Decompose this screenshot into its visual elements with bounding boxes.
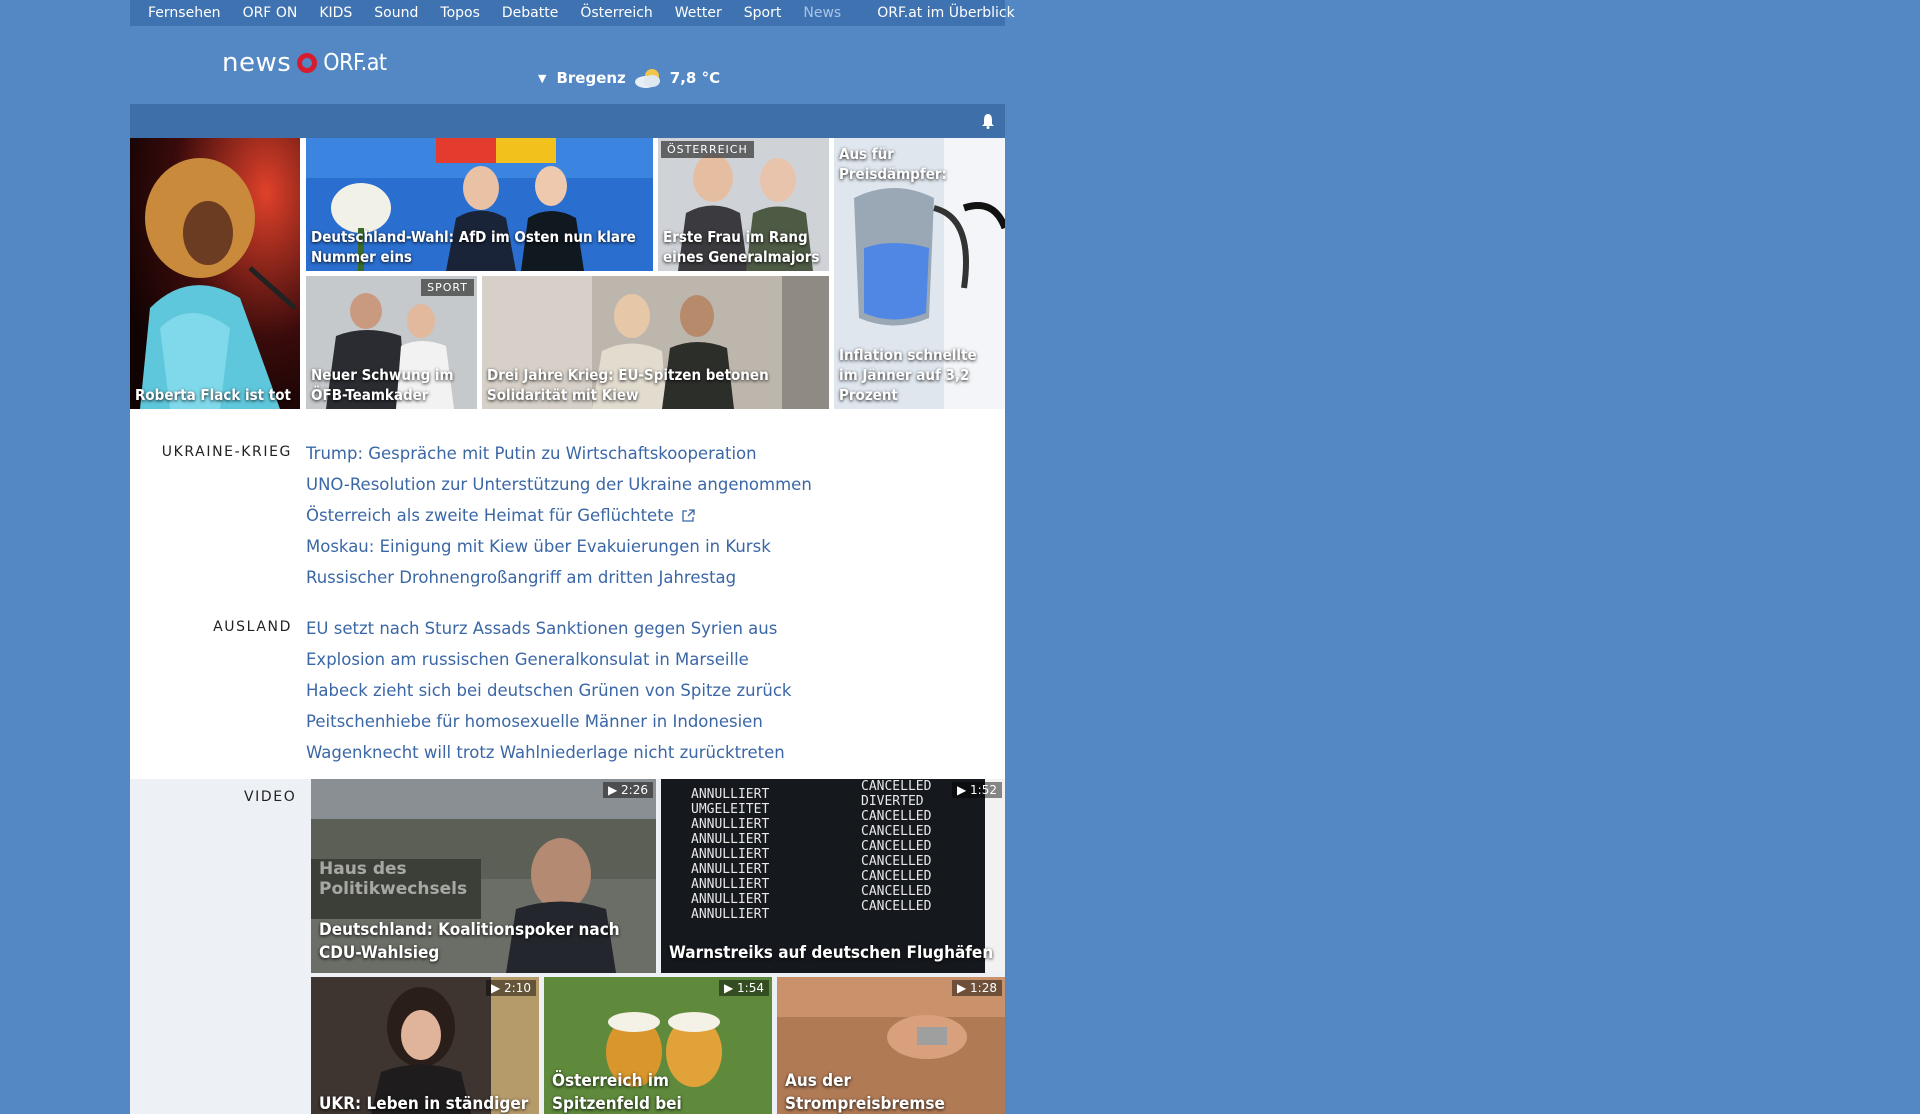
board-row: CANCELLED <box>861 854 932 869</box>
board-row: CANCELLED <box>861 899 932 914</box>
video-duration: ▶ 1:52 <box>952 782 1002 798</box>
board-row: CANCELLED <box>861 869 932 884</box>
news-link[interactable]: Trump: Gespräche mit Putin zu Wirtschaft… <box>306 438 812 469</box>
board-row: ANNULLIERT <box>691 907 770 922</box>
board-row: ANNULLIERT <box>691 847 770 862</box>
logo-news-text: news <box>222 48 292 78</box>
logo-orf-text: ORF.at <box>323 50 387 76</box>
board-row: CANCELLED <box>861 824 932 839</box>
section-title: AUSLAND <box>213 619 292 635</box>
dropdown-triangle-icon: ▼ <box>538 71 547 85</box>
video-tile-ukr-leben[interactable]: ▶ 2:10 UKR: Leben in ständiger <box>311 977 539 1114</box>
board-column-left: ANNULLIERT UMGELEITET ANNULLIERT ANNULLI… <box>691 787 769 922</box>
video-duration: ▶ 2:10 <box>486 980 536 996</box>
nav-item-wetter[interactable]: Wetter <box>675 5 722 21</box>
tile-drei-jahre-krieg[interactable]: Drei Jahre Krieg: EU-Spitzen betonen Sol… <box>482 276 829 409</box>
sun-cloud-icon <box>634 69 660 88</box>
section-title: UKRAINE-KRIEG <box>161 444 292 460</box>
top-navigation: Fernsehen ORF ON KIDS Sound Topos Debatt… <box>130 0 1015 26</box>
roberta-flack-photo <box>130 138 300 409</box>
board-row: ANNULLIERT <box>691 832 770 847</box>
board-row: ANNULLIERT <box>691 892 770 907</box>
section-title: VIDEO <box>244 789 297 805</box>
nav-item-oesterreich[interactable]: Österreich <box>580 5 652 21</box>
category-badge-sport: SPORT <box>421 279 474 296</box>
news-link-external[interactable]: Österreich als zweite Heimat für Geflüch… <box>306 500 812 531</box>
video-tile-strompreisbremse[interactable]: ▶ 1:28 Aus der Strompreisbremse <box>777 977 1005 1114</box>
news-orf-logo[interactable]: news ORF.at <box>222 48 387 78</box>
board-row: UMGELEITET <box>691 802 770 817</box>
video-section: VIDEO Haus des Politikwechsels ▶ 2:26 De… <box>130 779 1005 1114</box>
board-row: DIVERTED <box>861 794 924 809</box>
video-duration: ▶ 1:54 <box>719 980 769 996</box>
video-duration: ▶ 2:26 <box>603 782 653 798</box>
board-row: CANCELLED <box>861 884 932 899</box>
tile-caption: Neuer Schwung im ÖFB-Teamkader <box>311 366 454 404</box>
news-link[interactable]: Explosion am russischen Generalkonsulat … <box>306 644 791 675</box>
tile-caption: Erste Frau im Rang eines Generalmajors <box>663 228 820 266</box>
bell-icon[interactable] <box>981 113 995 129</box>
news-link[interactable]: EU setzt nach Sturz Assads Sanktionen ge… <box>306 613 791 644</box>
sub-bar <box>130 104 1005 138</box>
nav-item-orf-on[interactable]: ORF ON <box>243 5 298 21</box>
tile-caption: Roberta Flack ist tot <box>135 386 291 404</box>
weather-city: Bregenz <box>556 69 626 87</box>
nav-item-sound[interactable]: Sound <box>374 5 418 21</box>
weather-widget[interactable]: ▼ Bregenz 7,8 °C <box>538 67 720 89</box>
nav-item-news[interactable]: News <box>803 5 841 21</box>
news-link[interactable]: Wagenknecht will trotz Wahlniederlage ni… <box>306 737 791 768</box>
section-links: EU setzt nach Sturz Assads Sanktionen ge… <box>306 613 791 768</box>
tile-roberta-flack[interactable]: Roberta Flack ist tot <box>130 138 300 409</box>
video-tile-oesterreich-spitzenfeld[interactable]: ▶ 1:54 Österreich im Spitzenfeld bei <box>544 977 772 1114</box>
header: news ORF.at ▼ Bregenz 7,8 °C <box>130 26 1005 104</box>
news-link[interactable]: Peitschenhiebe für homosexuelle Männer i… <box>306 706 791 737</box>
tile-afd[interactable]: Deutschland-Wahl: AfD im Osten nun klare… <box>306 138 653 271</box>
nav-item-kids[interactable]: KIDS <box>319 5 352 21</box>
tile-caption: Drei Jahre Krieg: EU-Spitzen betonen Sol… <box>487 366 769 404</box>
tile-caption-top: Aus für Preisdämpfer: <box>839 145 947 183</box>
board-column-right: CANCELLED DIVERTED CANCELLED CANCELLED C… <box>861 779 931 914</box>
news-link[interactable]: Russischer Drohnengroßangriff am dritten… <box>306 562 812 593</box>
category-badge-oesterreich: ÖSTERREICH <box>661 141 754 158</box>
board-row: ANNULLIERT <box>691 817 770 832</box>
board-row: CANCELLED <box>861 809 932 824</box>
building-sign: Haus des Politikwechsels <box>319 859 468 899</box>
nav-item-topos[interactable]: Topos <box>440 5 479 21</box>
tile-generalmajor[interactable]: ÖSTERREICH Erste Frau im Rang eines Gene… <box>658 138 829 271</box>
nav-item-overview[interactable]: ORF.at im Überblick <box>877 5 1014 21</box>
section-links: Trump: Gespräche mit Putin zu Wirtschaft… <box>306 438 812 593</box>
nav-item-sport[interactable]: Sport <box>744 5 782 21</box>
video-duration: ▶ 1:28 <box>952 980 1002 996</box>
news-link[interactable]: Habeck zieht sich bei deutschen Grünen v… <box>306 675 791 706</box>
news-link[interactable]: Moskau: Einigung mit Kiew über Evakuieru… <box>306 531 812 562</box>
orf-ring-icon <box>297 53 318 73</box>
tile-caption: Inflation schnellte im Jänner auf 3,2 Pr… <box>839 346 977 404</box>
tile-caption: Deutschland-Wahl: AfD im Osten nun klare… <box>311 228 636 266</box>
external-link-icon <box>682 509 695 522</box>
board-row: CANCELLED <box>861 839 932 854</box>
news-link-text: Österreich als zweite Heimat für Geflüch… <box>306 506 674 525</box>
main-content: Roberta Flack ist tot Deutschland-Wahl: … <box>130 138 1005 1114</box>
nav-item-debatte[interactable]: Debatte <box>502 5 558 21</box>
video-title: Deutschland: Koalitionspoker nach CDU-Wa… <box>319 920 620 963</box>
nav-item-fernsehen[interactable]: Fernsehen <box>148 5 221 21</box>
video-title: Aus der Strompreisbremse <box>785 1071 945 1114</box>
video-tile-warnstreiks[interactable]: ANNULLIERT UMGELEITET ANNULLIERT ANNULLI… <box>661 779 1005 973</box>
board-row: ANNULLIERT <box>691 787 770 802</box>
news-link[interactable]: UNO-Resolution zur Unterstützung der Ukr… <box>306 469 812 500</box>
tile-inflation[interactable]: Aus für Preisdämpfer: Inflation schnellt… <box>834 138 1005 409</box>
video-title: UKR: Leben in ständiger <box>319 1094 529 1114</box>
video-title: Warnstreiks auf deutschen Flughäfen <box>669 943 994 963</box>
video-tile-koalitionspoker[interactable]: Haus des Politikwechsels ▶ 2:26 Deutschl… <box>311 779 656 973</box>
board-row: ANNULLIERT <box>691 877 770 892</box>
weather-temperature: 7,8 °C <box>669 69 721 87</box>
board-row: ANNULLIERT <box>691 862 770 877</box>
board-row: CANCELLED <box>861 779 932 794</box>
tile-oefb[interactable]: SPORT Neuer Schwung im ÖFB-Teamkader <box>306 276 477 409</box>
video-title: Österreich im Spitzenfeld bei <box>552 1071 682 1114</box>
